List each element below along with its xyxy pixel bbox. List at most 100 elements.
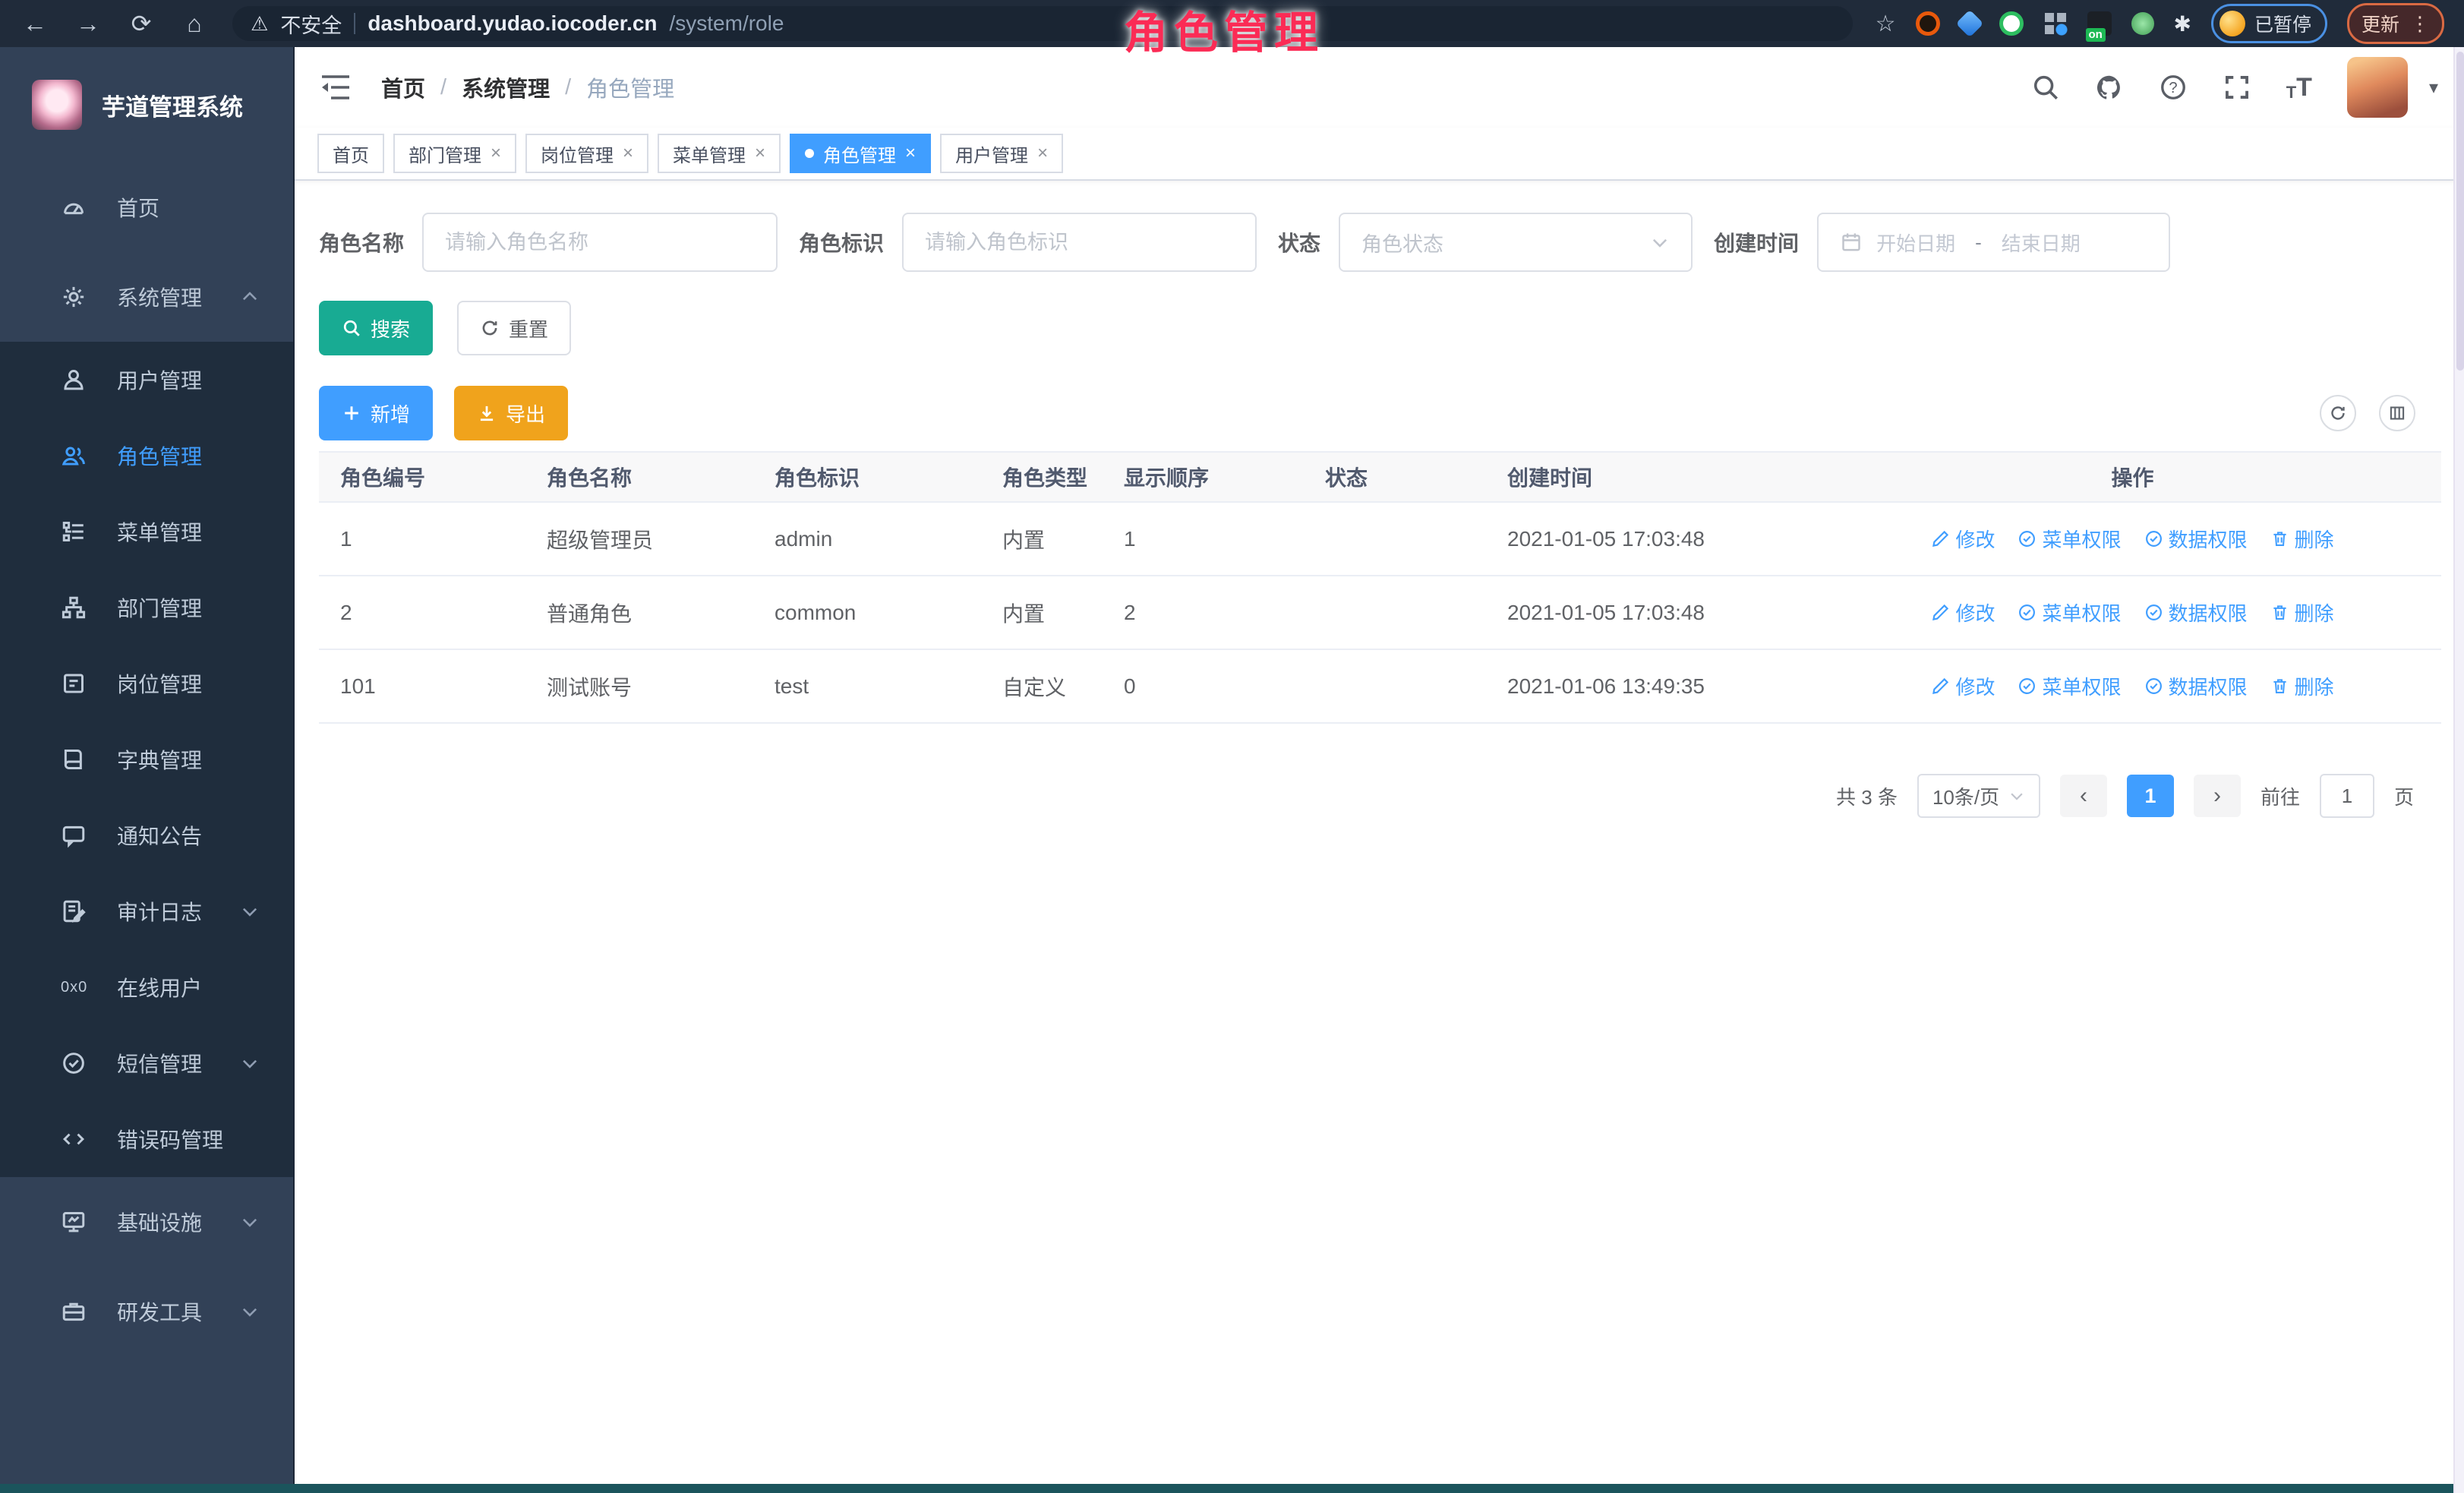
browser-reload-icon[interactable]: ⟳ <box>126 0 156 47</box>
red-annotation-text: 角色管理 <box>1124 0 1324 61</box>
browser-home-icon[interactable]: ⌂ <box>179 0 210 47</box>
font-size-icon[interactable]: TT <box>2286 73 2312 103</box>
menu-permission-link[interactable]: 菜单权限 <box>2018 598 2121 627</box>
avatar-caret-icon[interactable]: ▾ <box>2429 77 2438 99</box>
tab-menus[interactable]: 菜单管理 × <box>658 134 781 173</box>
browser-back-icon[interactable]: ← <box>20 0 50 47</box>
sidebar-item-menus[interactable]: 菜单管理 <box>0 494 293 570</box>
calendar-icon <box>1840 231 1863 254</box>
user-avatar[interactable] <box>2347 57 2408 118</box>
extension-icon[interactable] <box>1916 11 1940 36</box>
search-icon[interactable] <box>2031 73 2060 102</box>
url-path: /system/role <box>670 11 784 36</box>
delete-link[interactable]: 删除 <box>2270 525 2334 553</box>
chevron-down-icon <box>2008 788 2025 804</box>
sidebar-item-departments[interactable]: 部门管理 <box>0 570 293 645</box>
close-icon[interactable]: × <box>1037 144 1048 163</box>
sidebar-item-error-codes[interactable]: 错误码管理 <box>0 1101 293 1177</box>
menu-permission-link[interactable]: 菜单权限 <box>2018 672 2121 700</box>
sidebar-item-audit-log[interactable]: 审计日志 <box>0 873 293 949</box>
column-settings-button[interactable] <box>2379 395 2415 431</box>
prev-page-button[interactable]: ‹ <box>2060 775 2107 817</box>
page-size-select[interactable]: 10条/页 <box>1917 774 2040 818</box>
browser-forward-icon[interactable]: → <box>73 0 103 47</box>
breadcrumb-system[interactable]: 系统管理 <box>462 71 550 103</box>
current-page-button[interactable]: 1 <box>2127 775 2174 817</box>
role-key-input[interactable] <box>925 231 1234 254</box>
extension-icon[interactable]: on <box>2087 11 2112 36</box>
address-bar[interactable]: ⚠ 不安全 dashboard.yudao.iocoder.cn /system… <box>232 6 1853 41</box>
extension-icon[interactable] <box>1999 11 2024 36</box>
extension-icon[interactable] <box>2043 11 2068 36</box>
date-range-picker[interactable]: 开始日期 - 结束日期 <box>1817 213 2170 272</box>
created-time: 2021-01-05 17:03:48 <box>1486 527 1824 551</box>
role-order: 1 <box>1103 527 1304 551</box>
refresh-table-button[interactable] <box>2320 395 2356 431</box>
tab-users[interactable]: 用户管理 × <box>940 134 1063 173</box>
table-tools <box>2320 395 2415 431</box>
bookmark-star-icon[interactable]: ☆ <box>1876 11 1896 37</box>
role-key-label: 角色标识 <box>799 227 884 257</box>
close-icon[interactable]: × <box>623 144 633 163</box>
scrollbar[interactable] <box>2453 47 2464 1493</box>
sidebar-item-online-users[interactable]: 0x0 在线用户 <box>0 949 293 1025</box>
svg-text:?: ? <box>2169 80 2177 96</box>
edit-label: 修改 <box>1955 598 1995 627</box>
sidebar-item-sms[interactable]: 短信管理 <box>0 1025 293 1101</box>
close-icon[interactable]: × <box>755 144 765 163</box>
close-icon[interactable]: × <box>491 144 501 163</box>
data-permission-label: 数据权限 <box>2169 525 2248 553</box>
sidebar-item-label: 基础设施 <box>117 1207 202 1237</box>
close-icon[interactable]: × <box>905 144 916 163</box>
sidebar-item-posts[interactable]: 岗位管理 <box>0 645 293 721</box>
sidebar-item-notices[interactable]: 通知公告 <box>0 797 293 873</box>
status-select[interactable]: 角色状态 <box>1339 213 1693 272</box>
role-name-input[interactable] <box>445 231 755 254</box>
data-permission-link[interactable]: 数据权限 <box>2144 672 2248 700</box>
tab-posts[interactable]: 岗位管理 × <box>525 134 648 173</box>
paused-badge[interactable]: 已暂停 <box>2211 4 2327 43</box>
search-button[interactable]: 搜索 <box>319 301 433 355</box>
delete-link[interactable]: 删除 <box>2270 598 2334 627</box>
data-permission-link[interactable]: 数据权限 <box>2144 598 2248 627</box>
code-icon <box>61 1126 87 1152</box>
reset-button[interactable]: 重置 <box>457 301 571 355</box>
goto-page-input[interactable] <box>2320 774 2374 818</box>
sidebar-item-dictionary[interactable]: 字典管理 <box>0 721 293 797</box>
help-icon[interactable]: ? <box>2159 73 2188 102</box>
next-page-button[interactable]: › <box>2194 775 2241 817</box>
sidebar-item-users[interactable]: 用户管理 <box>0 342 293 418</box>
tab-roles[interactable]: 角色管理 × <box>790 134 931 173</box>
scrollbar-thumb[interactable] <box>2456 52 2464 371</box>
sidebar-item-roles[interactable]: 角色管理 <box>0 418 293 494</box>
edit-link[interactable]: 修改 <box>1931 525 1995 553</box>
github-icon[interactable] <box>2095 73 2124 102</box>
edit-link[interactable]: 修改 <box>1931 672 1995 700</box>
chevron-down-icon <box>240 901 260 921</box>
tab-home[interactable]: 首页 <box>317 134 384 173</box>
sidebar-item-system[interactable]: 系统管理 <box>0 252 293 342</box>
extension-icon[interactable] <box>1955 10 1983 38</box>
extensions-puzzle-icon[interactable]: ✱ <box>2174 11 2191 36</box>
menu-permission-link[interactable]: 菜单权限 <box>2018 525 2121 553</box>
column-header: 角色类型 <box>981 462 1103 492</box>
tab-departments[interactable]: 部门管理 × <box>393 134 516 173</box>
add-button[interactable]: 新增 <box>319 386 433 440</box>
export-button[interactable]: 导出 <box>454 386 568 440</box>
breadcrumb-home[interactable]: 首页 <box>381 71 425 103</box>
extension-icon[interactable] <box>2131 12 2154 35</box>
data-permission-link[interactable]: 数据权限 <box>2144 525 2248 553</box>
sidebar-toggle-icon[interactable] <box>320 74 351 101</box>
delete-link[interactable]: 删除 <box>2270 672 2334 700</box>
browser-menu-icon[interactable]: ⋮ <box>2410 12 2430 36</box>
log-edit-icon <box>61 898 87 924</box>
edit-link[interactable]: 修改 <box>1931 598 1995 627</box>
sidebar-item-label: 研发工具 <box>117 1296 202 1327</box>
update-button[interactable]: 更新 ⋮ <box>2347 3 2444 44</box>
sidebar-item-dev-tools[interactable]: 研发工具 <box>0 1267 293 1356</box>
fullscreen-icon[interactable] <box>2223 73 2251 102</box>
app-logo-row[interactable]: 芋道管理系统 <box>0 47 293 163</box>
sidebar-item-home[interactable]: 首页 <box>0 163 293 252</box>
sidebar-item-infrastructure[interactable]: 基础设施 <box>0 1177 293 1267</box>
created-time: 2021-01-06 13:49:35 <box>1486 674 1824 699</box>
